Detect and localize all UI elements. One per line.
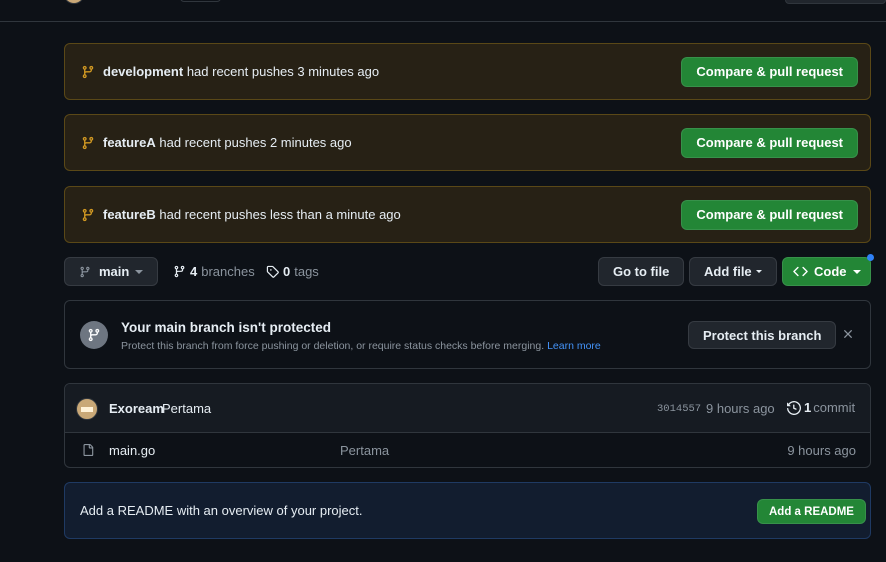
- recent-push-banner: featureA had recent pushes 2 minutes ago…: [64, 114, 871, 171]
- push-branch-name[interactable]: featureA: [103, 135, 156, 150]
- branch-protection-notice: Your main branch isn't protected Protect…: [64, 300, 871, 369]
- branch-icon: [81, 136, 95, 150]
- commit-sha[interactable]: 3014557: [657, 403, 701, 415]
- button-fragment[interactable]: [180, 0, 221, 2]
- branch-icon: [173, 265, 186, 278]
- add-file-button[interactable]: Add file: [689, 257, 777, 286]
- commit-author[interactable]: Exoream: [109, 401, 164, 416]
- add-file-label: Add file: [704, 264, 752, 279]
- push-message: featureA had recent pushes 2 minutes ago: [103, 135, 681, 150]
- compare-pull-request-button[interactable]: Compare & pull request: [681, 56, 858, 87]
- branches-label: branches: [201, 264, 255, 279]
- commits-history-link[interactable]: 1 commit: [787, 400, 855, 415]
- chevron-down-icon: [852, 269, 861, 274]
- history-icon: [787, 400, 801, 415]
- branches-link[interactable]: 4 branches: [173, 257, 255, 286]
- protection-title: Your main branch isn't protected: [121, 320, 331, 335]
- file-time: 9 hours ago: [787, 443, 856, 458]
- branch-name: main: [99, 264, 130, 279]
- protection-description-text: Protect this branch from force pushing o…: [121, 340, 545, 352]
- avatar[interactable]: [76, 398, 98, 420]
- file-name-link[interactable]: main.go: [109, 443, 155, 458]
- compare-pull-request-button[interactable]: Compare & pull request: [681, 199, 858, 230]
- code-button[interactable]: Code: [782, 257, 871, 286]
- branch-icon: [81, 208, 95, 222]
- tags-label: tags: [294, 264, 319, 279]
- tags-count: 0: [283, 264, 291, 279]
- branch-icon: [80, 321, 108, 349]
- readme-prompt-text: Add a README with an overview of your pr…: [80, 503, 363, 518]
- button-fragment-right[interactable]: [785, 0, 886, 4]
- latest-commit-row: Exoream Pertama 3014557 9 hours ago 1 co…: [65, 384, 870, 433]
- branch-icon: [79, 266, 91, 278]
- commit-message[interactable]: Pertama: [162, 401, 211, 416]
- push-time-text: had recent pushes 2 minutes ago: [159, 135, 352, 150]
- push-branch-name[interactable]: development: [103, 64, 183, 79]
- top-bar-fragment: [0, 0, 886, 22]
- push-message: development had recent pushes 3 minutes …: [103, 64, 681, 79]
- code-label: Code: [814, 264, 847, 279]
- compare-pull-request-button[interactable]: Compare & pull request: [681, 127, 858, 158]
- chevron-down-icon: [755, 270, 762, 273]
- push-message: featureB had recent pushes less than a m…: [103, 207, 681, 222]
- push-branch-name[interactable]: featureB: [103, 207, 156, 222]
- add-readme-button[interactable]: Add a README: [757, 499, 866, 524]
- file-commit-message[interactable]: Pertama: [340, 443, 389, 458]
- commit-time: 9 hours ago: [706, 401, 775, 416]
- branch-select-button[interactable]: main: [64, 257, 158, 286]
- push-time-text: had recent pushes less than a minute ago: [159, 207, 401, 222]
- push-time-text: had recent pushes 3 minutes ago: [186, 64, 380, 79]
- tags-link[interactable]: 0 tags: [266, 257, 319, 286]
- branch-icon: [81, 65, 95, 79]
- code-icon: [793, 264, 808, 279]
- protect-branch-button[interactable]: Protect this branch: [688, 321, 837, 349]
- tag-icon: [266, 265, 279, 278]
- readme-prompt: Add a README with an overview of your pr…: [64, 482, 871, 539]
- commit-count: 1: [804, 400, 812, 415]
- commit-label: commit: [813, 400, 856, 415]
- recent-push-banner: featureB had recent pushes less than a m…: [64, 186, 871, 243]
- file-table: Exoream Pertama 3014557 9 hours ago 1 co…: [64, 383, 871, 468]
- file-icon: [82, 443, 94, 457]
- go-to-file-button[interactable]: Go to file: [598, 257, 685, 286]
- notification-dot: [867, 254, 874, 261]
- learn-more-link[interactable]: Learn more: [547, 340, 601, 352]
- repo-toolbar: main 4 branches 0 tags Go to file Add fi…: [64, 254, 874, 287]
- chevron-down-icon: [135, 269, 144, 274]
- close-icon[interactable]: [841, 327, 855, 341]
- recent-push-banner: development had recent pushes 3 minutes …: [64, 43, 871, 100]
- branches-count: 4: [190, 264, 198, 279]
- avatar-fragment: [64, 0, 84, 4]
- protection-description: Protect this branch from force pushing o…: [121, 340, 601, 352]
- table-row: main.go Pertama 9 hours ago: [65, 433, 870, 467]
